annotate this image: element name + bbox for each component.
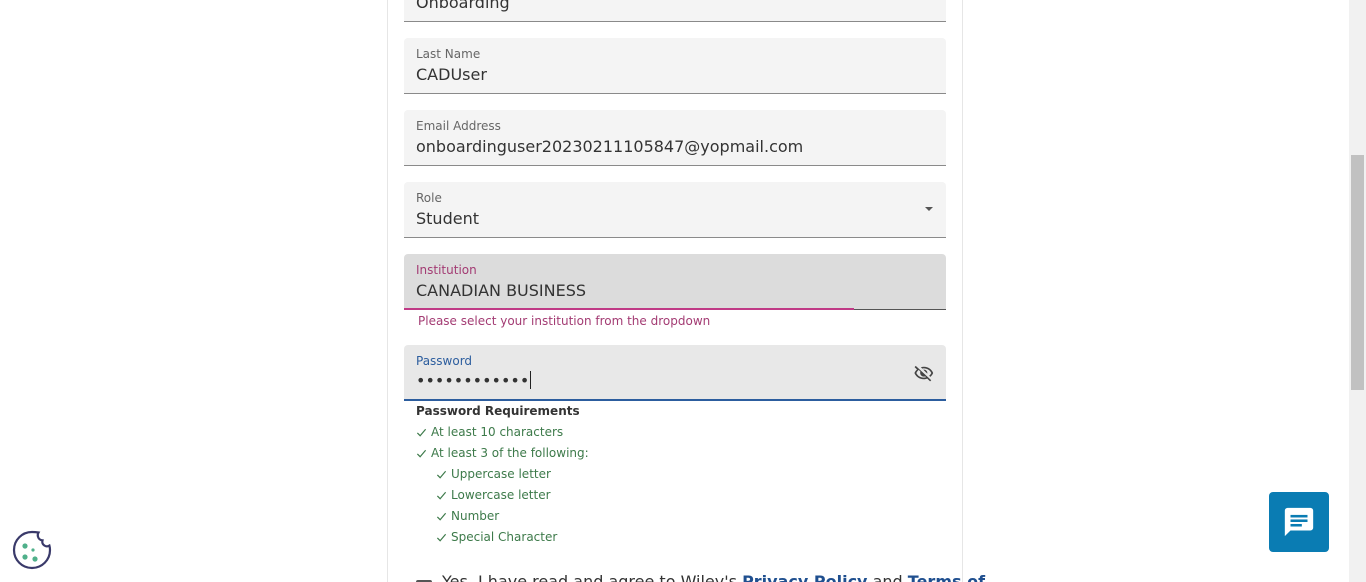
terms-of-use-link[interactable]: Terms of [908,572,985,582]
chat-button[interactable] [1269,492,1329,552]
chevron-down-icon[interactable] [925,207,933,211]
password-requirements-title: Password Requirements [416,404,580,418]
text-caret [530,371,532,389]
check-icon [436,491,447,500]
password-value: •••••••••••• [416,371,532,390]
last-name-label: Last Name [416,47,481,61]
terms-agreement: Yes, I have read and agree to Wiley's Pr… [416,566,985,582]
requirement-item: At least 3 of the following: [416,446,589,460]
scrollbar-thumb[interactable] [1351,155,1364,390]
email-field[interactable]: Email Address onboardinguser202302111058… [404,110,946,166]
requirement-item: Uppercase letter [436,467,551,481]
first-name-field[interactable]: Onboarding [404,0,946,22]
institution-field[interactable]: Institution CANADIAN BUSINESS [404,254,946,310]
email-label: Email Address [416,119,501,133]
institution-error-message: Please select your institution from the … [418,314,711,328]
first-name-value: Onboarding [416,0,510,12]
last-name-field[interactable]: Last Name CADUser [404,38,946,94]
agreement-text: Yes, I have read and agree to Wiley's Pr… [442,572,985,582]
privacy-policy-link[interactable]: Privacy Policy [742,572,867,582]
role-value: Student [416,209,479,228]
last-name-value: CADUser [416,65,487,84]
institution-error-underline [404,308,854,310]
chat-icon [1284,507,1314,537]
email-value: onboardinguser20230211105847@yopmail.com [416,137,804,156]
password-label: Password [416,354,473,368]
check-icon [436,470,447,479]
eye-off-icon[interactable] [913,363,935,383]
check-icon [416,428,427,437]
page-scrollbar[interactable] [1349,0,1366,582]
check-icon [436,512,447,521]
requirement-item: Lowercase letter [436,488,551,502]
role-select[interactable]: Role Student [404,182,946,238]
requirement-item: Special Character [436,530,557,544]
institution-value: CANADIAN BUSINESS [416,281,587,300]
requirement-item: At least 10 characters [416,425,563,439]
check-icon [416,449,427,458]
requirement-item: Number [436,509,499,523]
password-field[interactable]: Password •••••••••••• [404,345,946,401]
check-icon [436,533,447,542]
role-label: Role [416,191,442,205]
cookie-icon[interactable] [11,529,53,571]
institution-label: Institution [416,263,477,277]
